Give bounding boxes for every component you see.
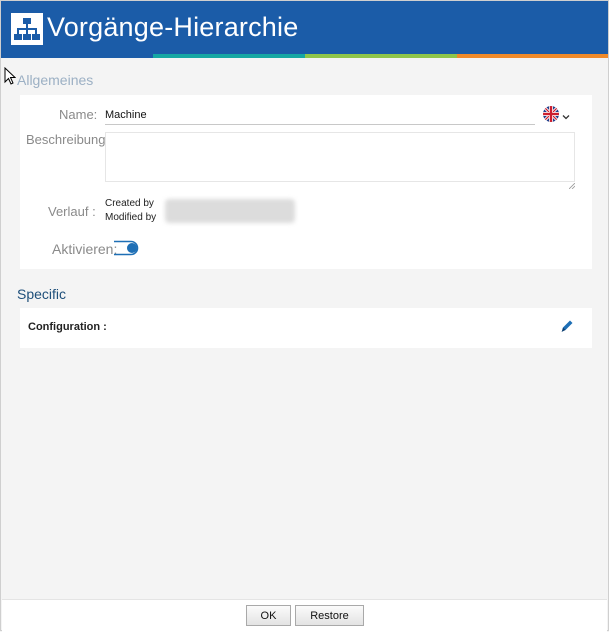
modified-by-label: Modified by xyxy=(105,212,157,223)
uk-flag-icon[interactable] xyxy=(543,106,559,122)
dialog-window: Vorgänge-Hierarchie Allgemeines Name: Be… xyxy=(0,0,609,632)
resize-grip-icon[interactable] xyxy=(568,176,576,190)
section-title-general: Allgemeines xyxy=(17,72,94,88)
restore-button[interactable]: Restore xyxy=(295,605,364,626)
window-title: Vorgänge-Hierarchie xyxy=(47,12,299,42)
title-bar: Vorgänge-Hierarchie xyxy=(1,1,608,58)
activate-toggle[interactable] xyxy=(112,240,140,256)
pencil-icon[interactable] xyxy=(559,318,575,334)
history-label: Verlauf : xyxy=(48,204,96,219)
header-stripe-orange xyxy=(457,54,608,58)
description-textarea[interactable] xyxy=(105,132,575,182)
activate-label: Aktivieren: xyxy=(52,241,118,257)
section-title-specific: Specific xyxy=(17,286,67,302)
chevron-down-icon[interactable] xyxy=(562,108,570,120)
name-label: Name: xyxy=(59,107,98,122)
header-stripe-green xyxy=(305,54,457,58)
ok-button[interactable]: OK xyxy=(246,605,291,626)
history-values-redacted xyxy=(165,199,295,223)
configuration-label: Configuration : xyxy=(28,321,107,333)
hierarchy-icon xyxy=(11,13,43,45)
name-input[interactable] xyxy=(105,105,535,125)
cursor-icon xyxy=(4,66,17,85)
header-stripe-teal xyxy=(153,54,305,58)
created-by-label: Created by xyxy=(105,198,154,209)
description-label: Beschreibung: xyxy=(26,132,110,147)
